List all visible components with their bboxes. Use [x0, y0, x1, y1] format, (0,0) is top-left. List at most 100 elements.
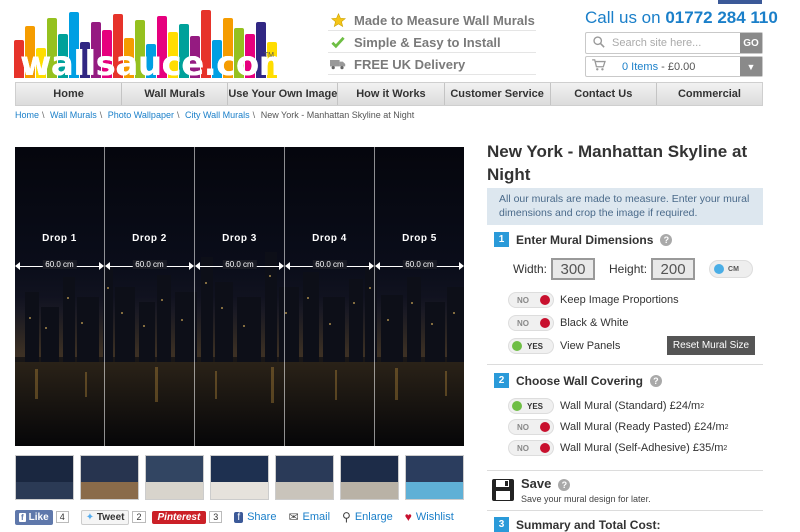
- check-icon: [330, 34, 346, 50]
- breadcrumb-city-wall-murals[interactable]: City Wall Murals: [185, 110, 250, 120]
- tweet-button[interactable]: ✦ Tweet: [80, 509, 130, 525]
- mural-drop: Drop 3 60.0 cm: [195, 147, 285, 446]
- enlarge-link[interactable]: ⚲ Enlarge: [342, 510, 393, 524]
- mural-thumbnail[interactable]: [15, 455, 74, 500]
- envelope-icon: ✉: [288, 510, 299, 524]
- twitter-bird-icon: ✦: [85, 511, 95, 523]
- facebook-like-button[interactable]: f Like: [15, 509, 53, 525]
- save-design[interactable]: Save? Save your mural design for later.: [491, 476, 651, 504]
- mural-drop: Drop 5 60.0 cm: [375, 147, 464, 446]
- save-title: Save: [521, 476, 552, 491]
- usp-made-to-measure: Made to Measure Wall Murals: [328, 10, 536, 31]
- basket-total: - £0.00: [661, 60, 696, 73]
- save-description: Save your mural design for later.: [521, 494, 651, 504]
- toggle-standard[interactable]: YES: [508, 398, 554, 414]
- step-title: Summary and Total Cost:: [516, 517, 661, 532]
- mural-thumbnail[interactable]: [340, 455, 399, 500]
- like-count: 4: [55, 511, 69, 523]
- floppy-disk-icon: [492, 479, 514, 501]
- basket[interactable]: 0 Items - £0.00 ▼: [585, 56, 763, 77]
- usp-label: FREE UK Delivery: [354, 56, 466, 72]
- cart-icon: [586, 59, 612, 74]
- mural-preview[interactable]: Drop 1 60.0 cm Drop 2 60.0 cm Drop 3 60.…: [15, 147, 464, 446]
- info-box: All our murals are made to measure. Ente…: [487, 188, 763, 225]
- email-link[interactable]: ✉ Email: [288, 510, 330, 524]
- tweet-count: 2: [132, 511, 146, 523]
- share-link[interactable]: f Share: [234, 511, 276, 523]
- toggle-black-white[interactable]: NO: [508, 315, 554, 331]
- nav-home[interactable]: Home: [16, 83, 123, 105]
- mural-thumbnail[interactable]: [145, 455, 204, 500]
- wallsauce-logo[interactable]: wallsauce.com TM: [14, 8, 294, 84]
- toggle-self-adhesive[interactable]: NO: [508, 440, 554, 456]
- basket-dropdown-button[interactable]: ▼: [740, 57, 762, 76]
- help-icon[interactable]: ?: [660, 233, 673, 246]
- breadcrumb-current: New York - Manhattan Skyline at Night: [260, 110, 415, 120]
- height-label: Height:: [609, 262, 648, 276]
- step-number: 3: [494, 517, 509, 532]
- facebook-icon: f: [19, 512, 26, 522]
- step-2-header: 2 Choose Wall Covering ?: [487, 373, 763, 388]
- width-label: Width:: [513, 262, 548, 276]
- breadcrumb-wall-murals[interactable]: Wall Murals: [50, 110, 97, 120]
- step-number: 1: [494, 232, 509, 247]
- mural-drop: Drop 4 60.0 cm: [285, 147, 375, 446]
- toggle-ready-pasted[interactable]: NO: [508, 419, 554, 435]
- nav-wall-murals[interactable]: Wall Murals: [122, 83, 229, 105]
- option-black-white: NO Black & White: [508, 315, 628, 331]
- help-icon[interactable]: ?: [649, 374, 662, 387]
- mural-thumbnail[interactable]: [405, 455, 464, 500]
- star-icon: [330, 12, 346, 28]
- pin-count: 3: [209, 511, 223, 523]
- toggle-view-panels[interactable]: YES: [508, 338, 554, 354]
- search-icon: [586, 35, 612, 51]
- share-bar: f Like 4 ✦ Tweet 2 Pinterest 3 f Share ✉ Em…: [15, 507, 464, 527]
- option-ready-pasted: NO Wall Mural (Ready Pasted) £24/m 2: [508, 419, 729, 435]
- toggle-keep-proportions[interactable]: NO: [508, 292, 554, 308]
- usp-free-delivery: FREE UK Delivery: [328, 54, 536, 75]
- wishlist-link[interactable]: ♥ Wishlist: [405, 510, 454, 524]
- reset-mural-size-button[interactable]: Reset Mural Size: [667, 336, 755, 355]
- breadcrumb-photo-wallpaper[interactable]: Photo Wallpaper: [108, 110, 174, 120]
- facebook-tab[interactable]: [718, 0, 762, 4]
- mural-thumbnail[interactable]: [80, 455, 139, 500]
- truck-icon: [330, 56, 346, 72]
- step-1-header: 1 Enter Mural Dimensions ?: [487, 232, 763, 247]
- search-box: Search site here... GO: [585, 32, 763, 54]
- logo-trademark: TM: [263, 52, 274, 59]
- breadcrumb-home[interactable]: Home: [15, 110, 39, 120]
- mural-thumbnail[interactable]: [210, 455, 269, 500]
- divider: [487, 364, 763, 365]
- step-title: Choose Wall Covering: [516, 373, 643, 388]
- nav-contact-us[interactable]: Contact Us: [551, 83, 657, 105]
- nav-use-your-own-image[interactable]: Use Your Own Image: [228, 83, 339, 105]
- mural-drop: Drop 2 60.0 cm: [105, 147, 195, 446]
- phone-number: Call us on 01772 284 110: [585, 8, 778, 27]
- step-number: 2: [494, 373, 509, 388]
- nav-customer-service[interactable]: Customer Service: [445, 83, 551, 105]
- divider: [487, 470, 763, 471]
- basket-items[interactable]: 0 Items: [622, 61, 658, 73]
- option-standard: YES Wall Mural (Standard) £24/m 2: [508, 398, 704, 414]
- width-input[interactable]: 300: [551, 258, 596, 280]
- unit-toggle[interactable]: CM: [709, 260, 754, 278]
- height-input[interactable]: 200: [651, 258, 696, 280]
- heart-icon: ♥: [404, 510, 412, 524]
- nav-commercial[interactable]: Commercial: [657, 83, 762, 105]
- option-keep-proportions: NO Keep Image Proportions: [508, 292, 679, 308]
- main-nav: Home Wall Murals Use Your Own Image How …: [15, 82, 763, 106]
- pinterest-button[interactable]: Pinterest: [151, 510, 207, 524]
- nav-how-it-works[interactable]: How it Works: [338, 83, 445, 105]
- divider: [487, 510, 763, 511]
- mural-thumbnail[interactable]: [275, 455, 334, 500]
- usp-label: Simple & Easy to Install: [354, 34, 501, 50]
- facebook-icon: f: [234, 511, 244, 523]
- step-title: Enter Mural Dimensions: [516, 232, 654, 247]
- breadcrumb: Home \ Wall Murals \ Photo Wallpaper \ City…: [15, 110, 415, 120]
- help-icon[interactable]: ?: [558, 479, 571, 491]
- search-go-button[interactable]: GO: [740, 33, 762, 53]
- logo-wordmark: wallsauce.com: [20, 44, 294, 84]
- search-input[interactable]: Search site here...: [612, 37, 740, 49]
- magnifier-icon: ⚲: [342, 510, 351, 524]
- usp-simple-install: Simple & Easy to Install: [328, 32, 536, 53]
